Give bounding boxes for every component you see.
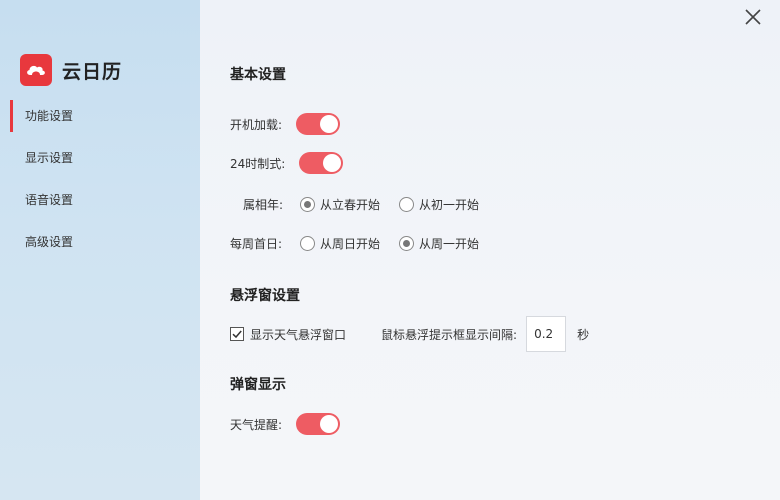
zodiac-option-chuyi[interactable]: 从初一开始 (399, 196, 479, 213)
settings-panel: 基本设置 开机加载: 24时制式: 属相年: 从立春开始 从初一开始 每周首日:… (200, 0, 780, 500)
float-row: 显示天气悬浮窗口 鼠标悬浮提示框显示间隔: 秒 (230, 316, 589, 352)
interval-label: 鼠标悬浮提示框显示间隔: (381, 327, 518, 342)
sidebar-item-label: 显示设置 (25, 151, 74, 165)
brand: 云日历 (20, 54, 122, 86)
section-title-float: 悬浮窗设置 (230, 288, 300, 304)
sidebar: 云日历 功能设置 显示设置 语音设置 高级设置 (0, 0, 200, 500)
clock24-row: 24时制式: (230, 151, 344, 175)
radio-label: 从初一开始 (419, 197, 480, 212)
close-button[interactable] (742, 6, 764, 28)
interval-unit: 秒 (577, 327, 590, 342)
weekstart-option-sunday[interactable]: 从周日开始 (300, 235, 380, 252)
weather-alert-toggle[interactable] (296, 413, 341, 435)
weather-alert-row: 天气提醒: (230, 412, 341, 436)
clock24-label: 24时制式: (230, 156, 286, 171)
interval-input[interactable] (526, 316, 567, 352)
sidebar-item-function-settings[interactable]: 功能设置 (0, 100, 200, 132)
weekstart-row: 每周首日: 从周日开始 从周一开始 (230, 231, 479, 255)
show-weather-checkbox[interactable] (230, 327, 244, 341)
weather-alert-label: 天气提醒: (230, 417, 283, 432)
toggle-knob (323, 154, 342, 172)
radio-button (399, 235, 415, 251)
radio-label: 从周一开始 (419, 236, 480, 251)
checkmark-icon (232, 330, 242, 339)
startup-label: 开机加载: (230, 117, 283, 132)
show-weather-label: 显示天气悬浮窗口 (250, 327, 347, 342)
clock24-toggle[interactable] (299, 152, 344, 174)
toggle-knob (320, 115, 339, 133)
radio-button (300, 235, 315, 251)
radio-label: 从立春开始 (320, 197, 381, 212)
zodiac-label: 属相年: (243, 197, 284, 212)
sidebar-item-label: 高级设置 (25, 235, 74, 249)
zodiac-option-lichun[interactable]: 从立春开始 (300, 196, 380, 213)
sidebar-item-display-settings[interactable]: 显示设置 (0, 142, 200, 174)
app-name: 云日历 (62, 60, 123, 83)
sidebar-item-label: 语音设置 (25, 193, 74, 207)
radio-button (399, 196, 415, 212)
cloud-logo-icon (20, 54, 52, 86)
weekstart-label: 每周首日: (230, 236, 283, 251)
toggle-knob (320, 415, 339, 433)
weekstart-option-monday[interactable]: 从周一开始 (399, 235, 479, 252)
sidebar-nav: 功能设置 显示设置 语音设置 高级设置 (0, 100, 200, 268)
section-title-popup: 弹窗显示 (230, 377, 286, 393)
radio-button (300, 196, 315, 212)
section-title-basic: 基本设置 (230, 67, 286, 83)
close-icon (745, 9, 761, 25)
startup-toggle[interactable] (296, 113, 341, 135)
startup-row: 开机加载: (230, 112, 341, 136)
radio-label: 从周日开始 (320, 236, 381, 251)
sidebar-item-advanced-settings[interactable]: 高级设置 (0, 226, 200, 258)
sidebar-item-voice-settings[interactable]: 语音设置 (0, 184, 200, 216)
sidebar-item-label: 功能设置 (25, 109, 74, 123)
zodiac-row: 属相年: 从立春开始 从初一开始 (243, 192, 479, 216)
